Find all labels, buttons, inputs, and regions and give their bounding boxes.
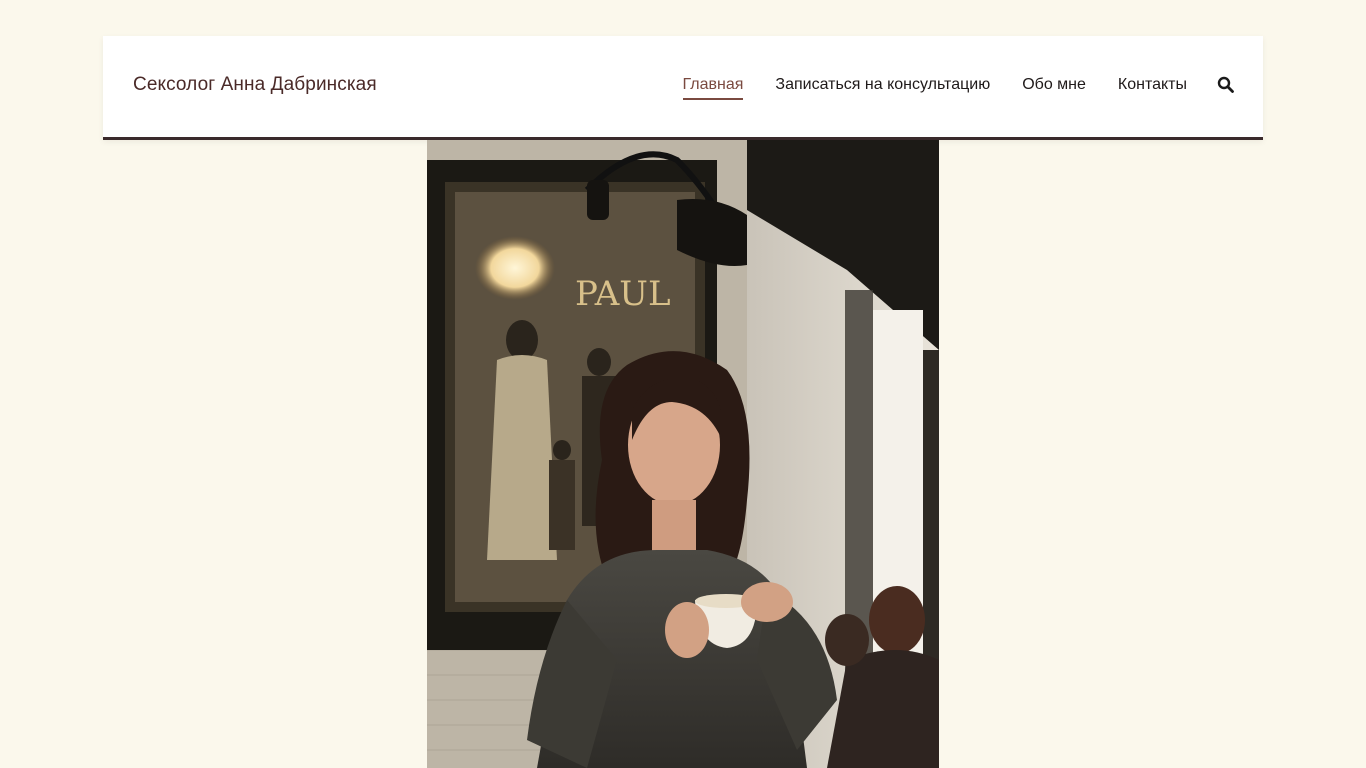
search-button[interactable] [1217,76,1235,94]
photo-sign-text: PAUL [575,274,671,314]
nav-item-book-consultation[interactable]: Записаться на консультацию [775,76,990,100]
nav-item-about[interactable]: Обо мне [1022,76,1086,100]
site-header: Сексолог Анна Дабринская Главная Записат… [103,36,1263,140]
search-icon [1217,76,1234,93]
page: Сексолог Анна Дабринская Главная Записат… [0,0,1366,768]
nav-item-home[interactable]: Главная [682,76,744,100]
hero-photo: PAUL [427,140,939,768]
nav-item-contacts[interactable]: Контакты [1118,76,1187,100]
hero-photo-illustration: PAUL [427,140,939,768]
main-nav: Главная Записаться на консультацию Обо м… [651,76,1187,100]
site-title-link[interactable]: Сексолог Анна Дабринская [133,74,377,96]
